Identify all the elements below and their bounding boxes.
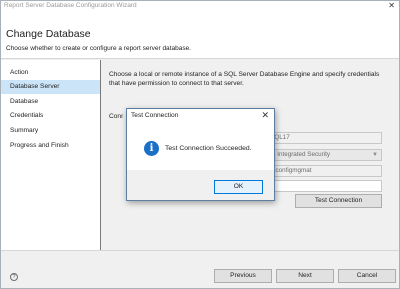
connection-label: Conn [109, 113, 123, 120]
next-button[interactable]: Next [276, 269, 334, 283]
dialog-title-bar: Test Connection ✕ [127, 109, 274, 124]
authentication-type-value: er - Integrated Security [266, 151, 331, 158]
help-icon[interactable]: ? [10, 273, 18, 281]
sidebar-item-summary[interactable]: Summary [1, 124, 100, 138]
wizard-steps-sidebar: Action Database Server Database Credenti… [1, 60, 101, 250]
ok-button[interactable]: OK [214, 180, 263, 194]
dialog-close-icon[interactable]: ✕ [261, 110, 269, 121]
wizard-header: Change Database Choose whether to create… [1, 12, 399, 59]
cancel-button[interactable]: Cancel [338, 269, 396, 283]
sidebar-item-credentials[interactable]: Credentials [1, 109, 100, 123]
sidebar-item-progress-and-finish[interactable]: Progress and Finish [1, 139, 100, 153]
authentication-type-dropdown[interactable]: er - Integrated Security ▼ [262, 149, 382, 161]
previous-button[interactable]: Previous [214, 269, 272, 283]
window-title: Report Server Database Configuration Wiz… [4, 2, 137, 9]
chevron-down-icon: ▼ [372, 152, 378, 158]
password-field[interactable] [262, 180, 382, 192]
sidebar-item-action[interactable]: Action [1, 66, 100, 80]
dialog-title: Test Connection [131, 112, 179, 119]
page-description: Choose a local or remote instance of a S… [109, 71, 380, 87]
sidebar-item-database-server[interactable]: Database Server [1, 80, 100, 94]
dialog-footer: OK [127, 170, 274, 200]
page-title: Change Database [6, 28, 91, 40]
dialog-body: i Test Connection Succeeded. [127, 124, 274, 170]
window-close-icon[interactable]: ✕ [388, 1, 395, 10]
info-icon: i [144, 141, 159, 156]
wizard-footer: ? Previous Next Cancel [1, 250, 399, 288]
server-name-field[interactable]: SSQL17 [262, 132, 382, 144]
username-field[interactable]: svcconfigmgmat [262, 165, 382, 177]
test-connection-dialog: Test Connection ✕ i Test Connection Succ… [126, 108, 275, 201]
dialog-message: Test Connection Succeeded. [165, 145, 252, 152]
test-connection-button[interactable]: Test Connection [295, 194, 382, 208]
title-bar: Report Server Database Configuration Wiz… [1, 1, 399, 12]
page-subtitle: Choose whether to create or configure a … [6, 45, 191, 52]
sidebar-item-database[interactable]: Database [1, 95, 100, 109]
